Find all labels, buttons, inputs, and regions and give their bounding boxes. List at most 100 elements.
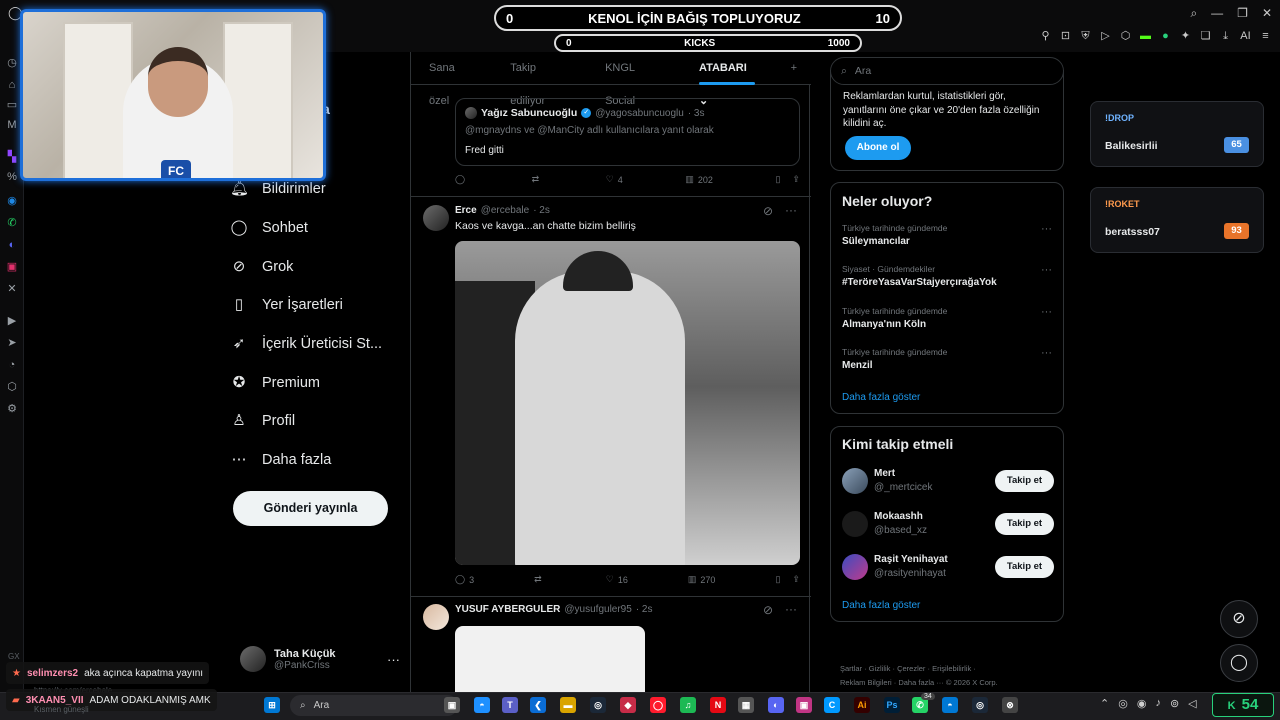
app-icon[interactable]: C (824, 697, 840, 713)
quoted-tweet[interactable]: Yağız Sabuncuoğlu ✓ @yagosabuncuoglu · 3… (455, 98, 800, 166)
clock-icon[interactable]: ◔ (5, 358, 19, 372)
trend-item[interactable]: Türkiye tarihinde gündemde Süleymancılar… (842, 223, 1054, 247)
search-icon[interactable]: ⌕ (1190, 6, 1197, 21)
trend-item[interactable]: Türkiye tarihinde gündemde Menzil ··· (842, 347, 1054, 371)
menu-icon[interactable]: ≡ (1259, 30, 1272, 43)
nav-item-grok[interactable]: ⊘ Grok (230, 247, 410, 286)
nav-item-profile[interactable]: ♙ Profil (230, 402, 410, 441)
minimize-icon[interactable]: — (1211, 6, 1223, 21)
like-button[interactable]: ♡ 4 (606, 174, 623, 185)
screenshot-icon[interactable]: ⊡ (1059, 30, 1072, 43)
account-switcher[interactable]: Taha Küçük @PankCriss ··· (240, 643, 400, 675)
messages-button[interactable]: ◯ (1220, 644, 1258, 682)
steam-icon[interactable]: ◎ (972, 697, 988, 713)
follow-button[interactable]: Takip et (995, 470, 1054, 492)
cube-icon[interactable]: ⬡ (1119, 30, 1132, 43)
follow-button[interactable]: Takip et (995, 556, 1054, 578)
add-tab-button[interactable]: + (773, 52, 811, 85)
restore-icon[interactable]: ❐ (1237, 6, 1248, 21)
messenger-icon[interactable]: ◉ (5, 194, 19, 208)
follow-suggestion[interactable]: Mert @_mertcicek Takip et (842, 466, 1054, 496)
steam-icon[interactable]: ◎ (590, 697, 606, 713)
vscode-icon[interactable]: ❮ (530, 697, 546, 713)
views-button[interactable]: ▥ 270 (688, 574, 716, 585)
grok-icon[interactable]: ⊘ (763, 603, 773, 617)
retweet-button[interactable]: ⇄ (532, 174, 544, 185)
steam-tray-icon[interactable]: ◎ (1118, 697, 1128, 710)
send-icon[interactable]: ➤ (5, 336, 19, 350)
grok-button[interactable]: ⊘ (1220, 600, 1258, 638)
discord-icon[interactable]: ◐ (5, 238, 19, 252)
show-more-link[interactable]: Daha fazla göster (842, 600, 920, 611)
download-icon[interactable]: ⤓ (1219, 30, 1232, 43)
network-icon[interactable]: ⊚ (1170, 697, 1179, 710)
illustrator-icon[interactable]: Ai (854, 697, 870, 713)
taskbar-search[interactable]: ⌕ Ara (290, 695, 458, 716)
kick-extension-icon[interactable]: ▬ (1139, 30, 1152, 43)
close-icon[interactable]: ✕ (1262, 6, 1272, 21)
app-tray-icon[interactable]: ◉ (1137, 697, 1147, 710)
reply-button[interactable]: ◯ (455, 174, 469, 185)
nav-item-creator-studio[interactable]: ➶ İçerik Üreticisi St... (230, 325, 410, 364)
percent-icon[interactable]: % (5, 170, 19, 184)
spotify-icon[interactable]: ♫ (680, 697, 696, 713)
settings-icon[interactable]: ⚙ (5, 402, 19, 416)
more-icon[interactable]: ··· (1041, 223, 1052, 235)
wallet-icon[interactable]: ▭ (5, 98, 19, 112)
opera-gx-icon[interactable]: ◯ (650, 697, 666, 713)
app-icon[interactable]: ▦ (738, 697, 754, 713)
nav-item-more[interactable]: ⋯ Daha fazla (230, 441, 410, 480)
play-icon[interactable]: ▷ (1099, 30, 1112, 43)
more-icon[interactable]: ··· (387, 652, 400, 667)
views-button[interactable]: ▥ 202 (685, 174, 713, 185)
app-icon[interactable]: ⊗ (1002, 697, 1018, 713)
discord-icon[interactable]: ◐ (768, 697, 784, 713)
edge-icon[interactable]: ◓ (474, 697, 490, 713)
tweet-author-name[interactable]: YUSUF AYBERGULER (455, 604, 560, 615)
nav-item-bookmarks[interactable]: ▯ Yer İşaretleri (230, 286, 410, 325)
tweet-media-image[interactable] (455, 626, 645, 696)
post-button[interactable]: Gönderi yayınla (233, 491, 388, 526)
tab-following[interactable]: Takip ediliyor (492, 52, 587, 107)
tab-for-you[interactable]: Sana özel (411, 52, 492, 107)
teams-icon[interactable]: T (502, 697, 518, 713)
tab-kngl-social[interactable]: KNGL Social (587, 52, 681, 107)
extension-badge-icon[interactable]: ● (1159, 30, 1172, 43)
whatsapp-icon[interactable]: ✆ (5, 216, 19, 230)
edge-icon[interactable]: ◓ (942, 697, 958, 713)
share-icon[interactable]: ⇪ (792, 574, 800, 585)
photoshop-icon[interactable]: Ps (884, 697, 900, 713)
bookmark-button[interactable]: ▯ ⇪ (775, 174, 800, 185)
player-icon[interactable]: ▶ (5, 314, 19, 328)
task-view-icon[interactable]: ▣ (444, 697, 460, 713)
more-icon[interactable]: ··· (1041, 264, 1052, 276)
more-icon[interactable]: ··· (785, 203, 797, 217)
chevron-up-icon[interactable]: ⌃ (1100, 697, 1109, 710)
puzzle-icon[interactable]: ✦ (1179, 30, 1192, 43)
grok-icon[interactable]: ⊘ (763, 204, 773, 218)
show-more-link[interactable]: Daha fazla göster (842, 392, 920, 403)
reply-button[interactable]: ◯ 3 (455, 574, 474, 585)
trend-item[interactable]: Türkiye tarihinde gündemde Almanya'nın K… (842, 306, 1054, 330)
follow-suggestion[interactable]: Mokaashh @based_xz Takip et (842, 509, 1054, 539)
retweet-button[interactable]: ⇄ (534, 574, 546, 585)
m-icon[interactable]: M (5, 118, 19, 132)
more-icon[interactable]: ··· (785, 602, 797, 616)
share-icon[interactable]: ⇪ (792, 174, 800, 185)
ai-icon[interactable]: AI (1239, 30, 1252, 43)
more-icon[interactable]: ··· (1041, 347, 1052, 359)
follow-button[interactable]: Takip et (995, 513, 1054, 535)
history-icon[interactable]: ◷ (5, 56, 19, 70)
cube-icon[interactable]: ⬡ (5, 380, 19, 394)
speaker-icon[interactable]: ◁ (1188, 697, 1196, 710)
app-icon[interactable]: ◆ (620, 697, 636, 713)
pin-icon[interactable]: ⚲ (1039, 30, 1052, 43)
shield-icon[interactable]: ⛨ (1079, 30, 1092, 43)
twitch-icon[interactable]: ▚ (5, 150, 19, 164)
footer-line[interactable]: Şartlar · Gizlilik · Çerezler · Erişileb… (840, 662, 1060, 676)
netflix-icon[interactable]: N (710, 697, 726, 713)
file-explorer-icon[interactable]: ▬ (560, 697, 576, 713)
subscribe-button[interactable]: Abone ol (845, 136, 911, 160)
x-icon[interactable]: ✕ (5, 282, 19, 296)
like-button[interactable]: ♡ 16 (606, 574, 628, 585)
